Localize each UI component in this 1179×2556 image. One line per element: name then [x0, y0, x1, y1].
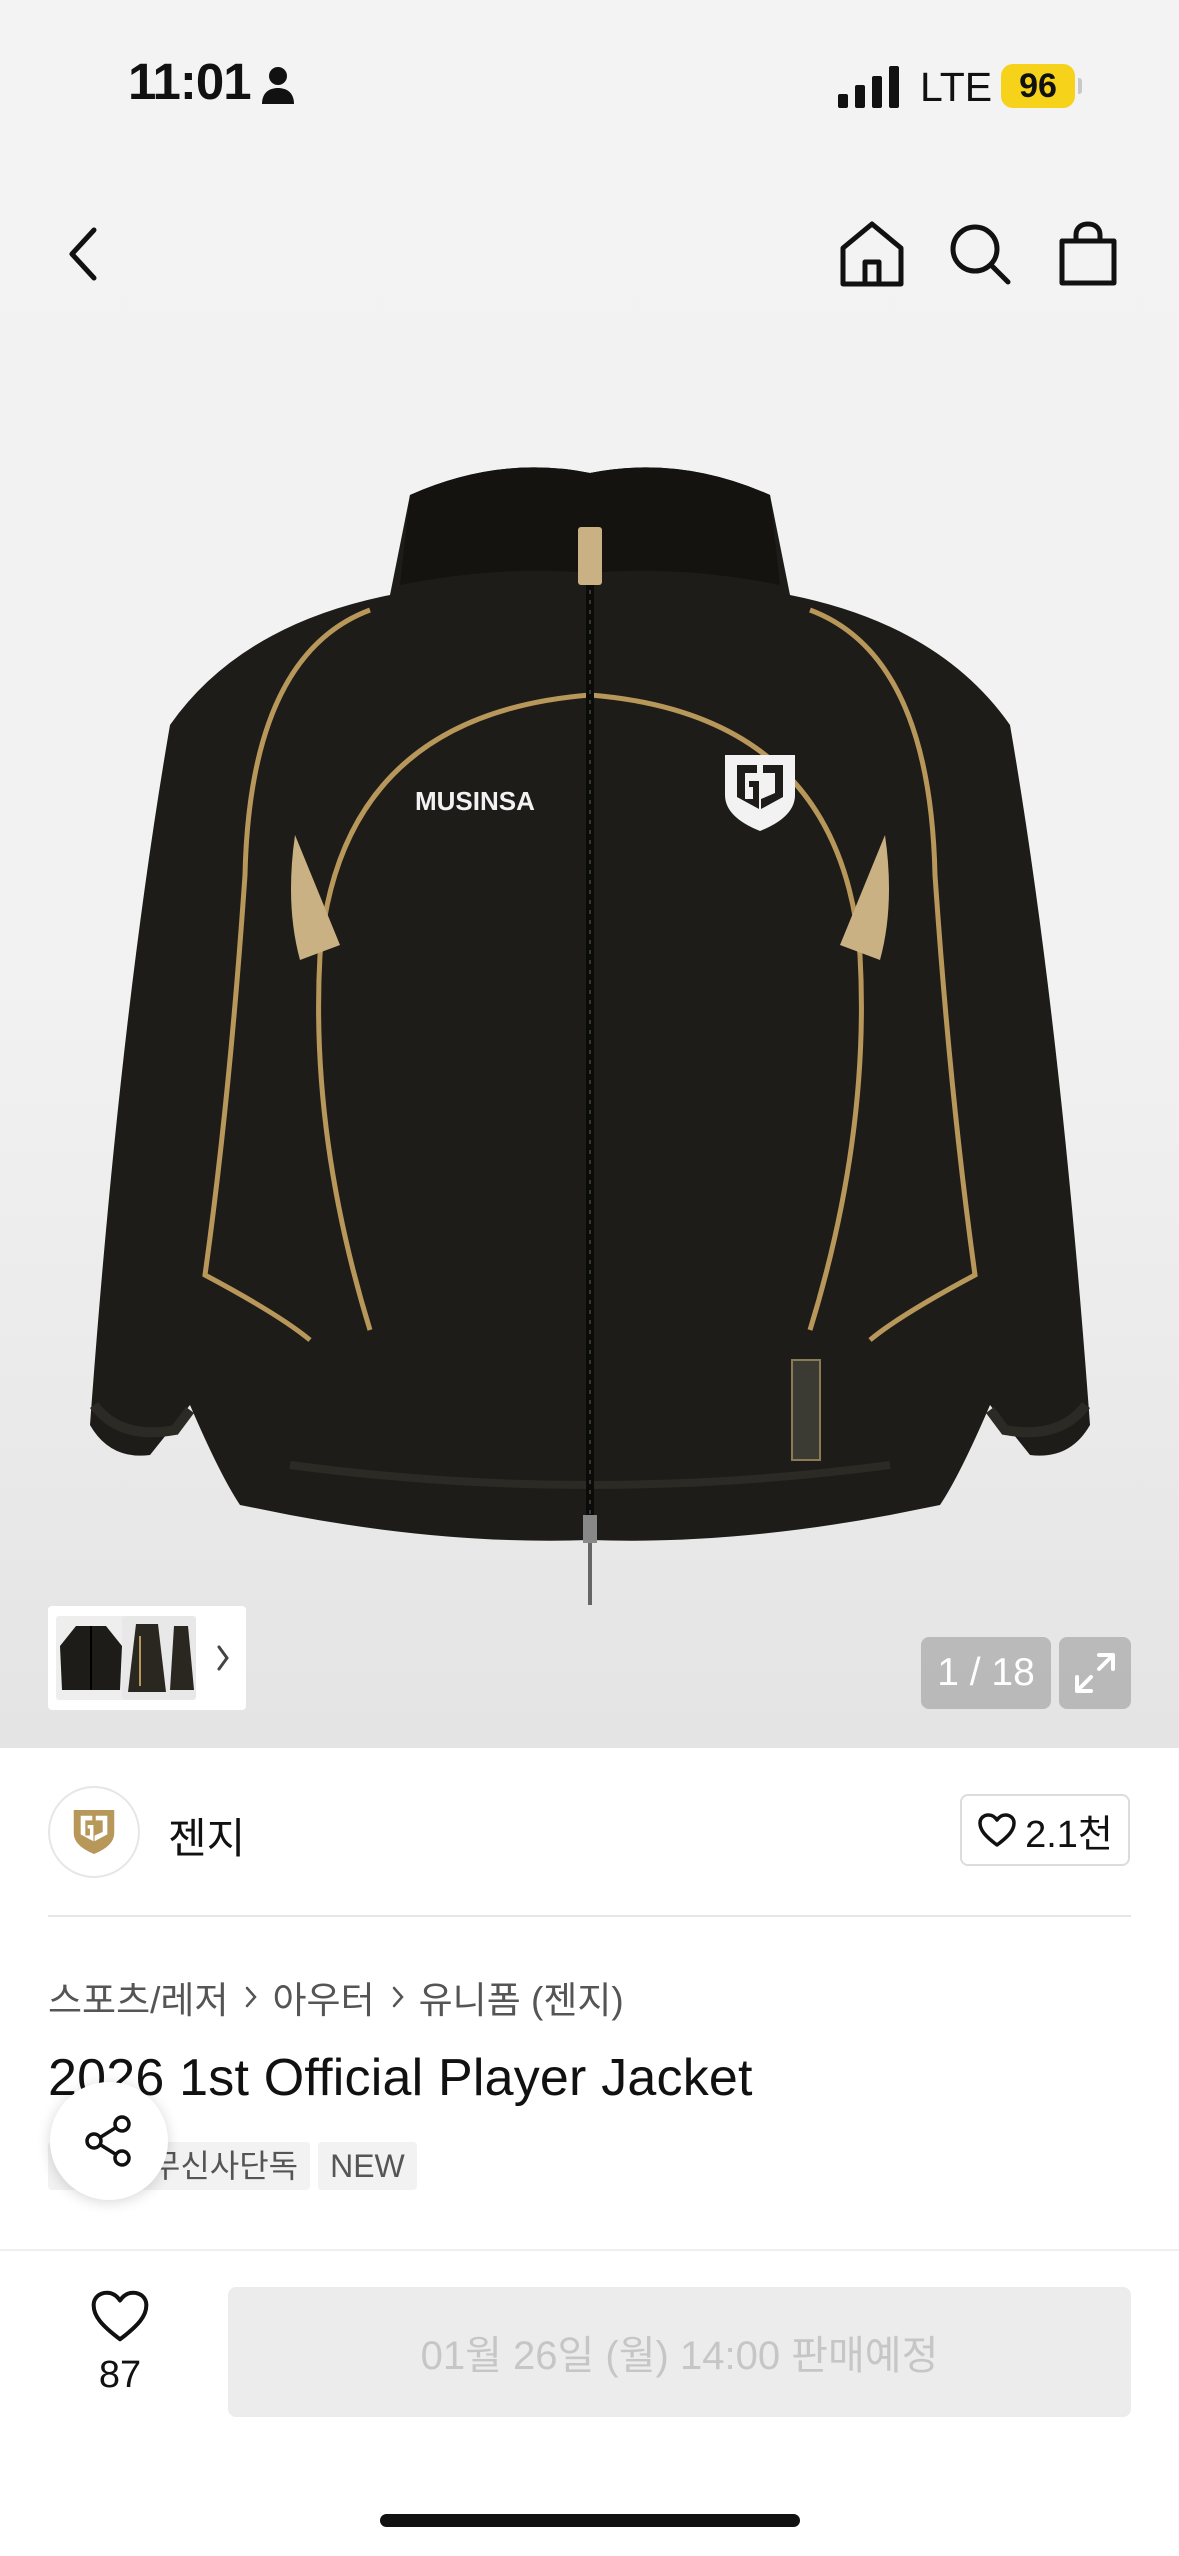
expand-icon — [1075, 1653, 1115, 1693]
home-button[interactable] — [832, 214, 912, 294]
expand-button[interactable] — [1059, 1637, 1131, 1709]
search-icon — [950, 224, 1011, 285]
cart-button[interactable] — [1048, 214, 1128, 294]
breadcrumb-item[interactable]: 아우터 — [272, 1970, 374, 2024]
network-label: LTE — [920, 64, 993, 110]
share-button[interactable] — [50, 2082, 168, 2200]
home-indicator[interactable] — [380, 2514, 800, 2527]
brand-like-button[interactable]: 2.1천 — [960, 1794, 1130, 1866]
breadcrumb-item[interactable]: 스포츠/레저 — [48, 1970, 228, 2024]
divider — [0, 2249, 1179, 2251]
brand-name[interactable]: 젠지 — [168, 1805, 245, 1866]
tag-new: NEW — [318, 2142, 417, 2190]
heart-icon — [978, 1813, 1016, 1847]
purchase-button[interactable]: 01월 26일 (월) 14:00 판매예정 — [228, 2287, 1131, 2417]
home-icon — [840, 221, 904, 287]
share-icon — [85, 2115, 131, 2167]
product-title: 2026 1st Official Player Jacket — [48, 2049, 753, 2107]
jacket-print-text: MUSINSA — [415, 786, 535, 816]
chevron-right-icon — [391, 1985, 405, 2009]
search-button[interactable] — [940, 214, 1020, 294]
thumbnail-2[interactable] — [122, 1616, 172, 1700]
wishlist-button[interactable]: 87 — [70, 2288, 170, 2397]
back-button[interactable] — [44, 214, 124, 294]
thumbnail-strip[interactable] — [48, 1606, 246, 1710]
shopping-bag-icon — [1059, 221, 1117, 286]
brand-like-count: 2.1천 — [1025, 1813, 1113, 1856]
product-image: MUSINSA — [89, 467, 1091, 1605]
breadcrumb: 스포츠/레저 아우터 유니폼 (젠지) — [48, 1970, 624, 2024]
heart-icon — [91, 2290, 149, 2342]
signal-icon — [838, 66, 899, 108]
battery-level: 96 — [1001, 64, 1075, 108]
person-icon — [262, 67, 294, 104]
chevron-right-icon — [244, 1985, 258, 2009]
thumbnail-3[interactable] — [166, 1616, 196, 1700]
wishlist-count: 87 — [98, 2354, 142, 2396]
divider — [48, 1915, 1131, 1917]
status-time: 11:01 — [128, 53, 252, 110]
chevron-left-icon — [69, 227, 97, 281]
brand-logo[interactable] — [48, 1786, 140, 1878]
breadcrumb-item[interactable]: 유니폼 (젠지) — [419, 1970, 624, 2024]
chevron-right-icon[interactable] — [216, 1644, 230, 1672]
image-counter: 1 / 18 — [921, 1637, 1051, 1709]
gen-g-logo-icon — [73, 1810, 115, 1854]
battery-indicator: 96 — [1001, 64, 1082, 108]
thumbnail-1[interactable] — [56, 1616, 126, 1700]
